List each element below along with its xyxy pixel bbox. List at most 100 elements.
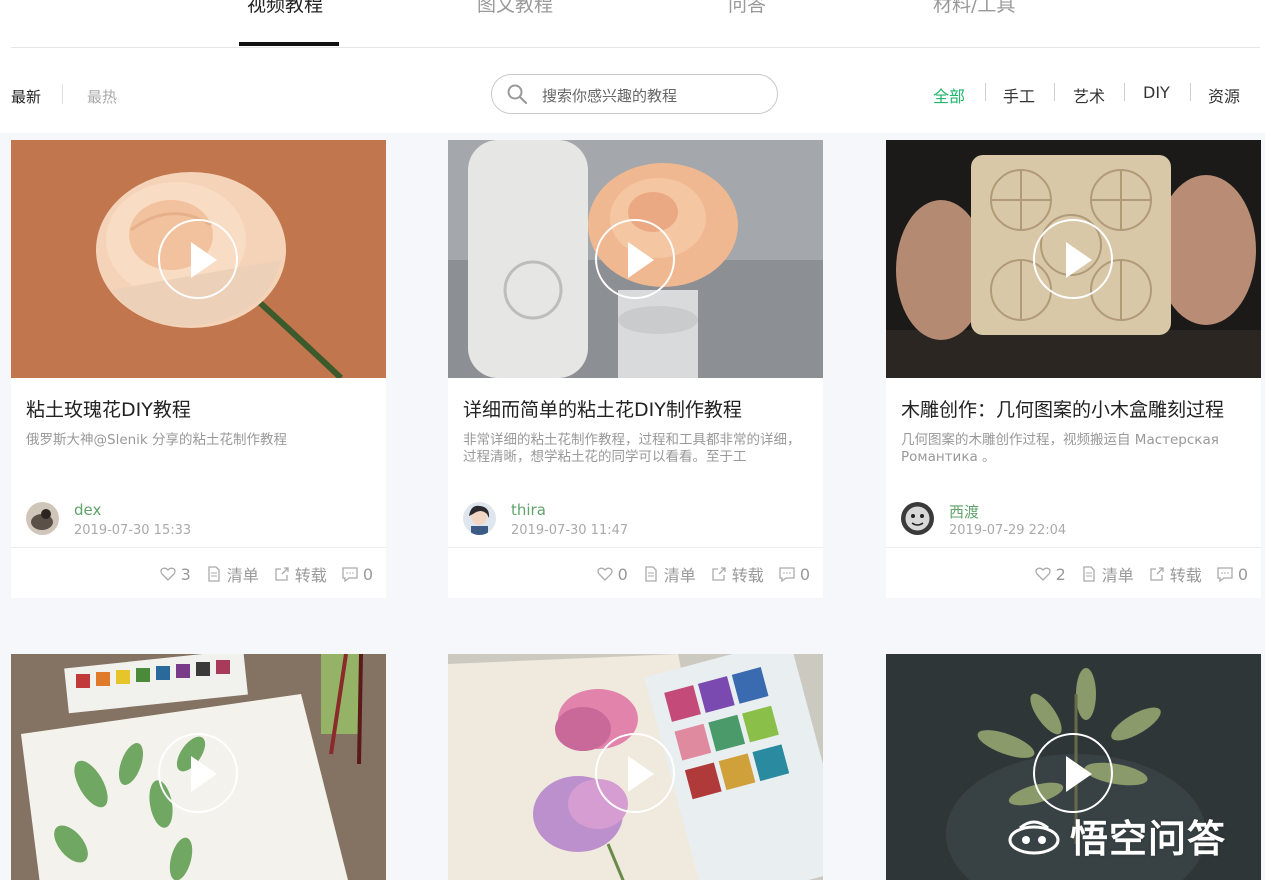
like-button[interactable]: 3 bbox=[159, 565, 191, 584]
wukong-logo-icon bbox=[1008, 820, 1060, 854]
add-to-list-button[interactable]: 清单 bbox=[205, 562, 259, 586]
share-icon bbox=[712, 567, 726, 581]
avatar[interactable] bbox=[463, 502, 496, 535]
card-title[interactable]: 木雕创作：几何图案的小木盒雕刻过程 bbox=[901, 395, 1224, 422]
category-diy[interactable]: DIY bbox=[1143, 83, 1170, 102]
share-icon bbox=[275, 567, 289, 581]
document-icon bbox=[208, 566, 220, 582]
category-divider bbox=[1054, 83, 1055, 101]
author-name[interactable]: 西渡 bbox=[949, 501, 979, 522]
card-description: 几何图案的木雕创作过程，视频搬运自 Мастерская Романтика 。 bbox=[901, 432, 1219, 465]
share-button[interactable]: 转载 bbox=[710, 562, 764, 586]
comment-count: 0 bbox=[362, 564, 373, 584]
tab-qa[interactable]: 问答 bbox=[728, 0, 766, 17]
avatar-image bbox=[901, 502, 934, 535]
post-date: 2019-07-29 22:04 bbox=[949, 523, 1067, 538]
share-button[interactable]: 转载 bbox=[1148, 562, 1202, 586]
category-divider bbox=[1190, 83, 1191, 101]
share-button[interactable]: 转载 bbox=[273, 562, 327, 586]
post-date: 2019-07-30 15:33 bbox=[74, 523, 192, 538]
heart-icon bbox=[1034, 567, 1051, 581]
comment-icon bbox=[779, 567, 795, 583]
list-label: 清单 bbox=[1101, 566, 1134, 585]
list-label: 清单 bbox=[226, 566, 259, 585]
video-thumbnail[interactable] bbox=[448, 140, 823, 378]
sort-hottest[interactable]: 最热 bbox=[87, 86, 117, 107]
video-thumbnail[interactable] bbox=[448, 654, 823, 880]
card-title[interactable]: 粘土玫瑰花DIY教程 bbox=[26, 395, 191, 422]
share-label: 转载 bbox=[1169, 566, 1202, 585]
search-icon bbox=[507, 84, 528, 105]
share-label: 转载 bbox=[731, 566, 764, 585]
category-handmade[interactable]: 手工 bbox=[1003, 83, 1035, 107]
like-button[interactable]: 0 bbox=[596, 565, 628, 584]
tab-video-tutorials[interactable]: 视频教程 bbox=[247, 0, 323, 17]
card-title[interactable]: 详细而简单的粘土花DIY制作教程 bbox=[463, 395, 742, 422]
list-label: 清单 bbox=[663, 566, 696, 585]
like-button[interactable]: 2 bbox=[1034, 565, 1066, 584]
sort-divider bbox=[62, 84, 63, 104]
comment-button[interactable]: 0 bbox=[778, 565, 810, 584]
sort-latest[interactable]: 最新 bbox=[11, 86, 41, 107]
share-label: 转载 bbox=[294, 566, 327, 585]
avatar-image bbox=[26, 502, 59, 535]
play-icon[interactable] bbox=[158, 219, 238, 299]
video-thumbnail[interactable] bbox=[11, 654, 386, 880]
tutorial-card[interactable]: 粘土玫瑰花DIY教程 俄罗斯大神@Slenik 分享的粘土花制作教程 dex 2… bbox=[11, 140, 386, 598]
category-art[interactable]: 艺术 bbox=[1073, 83, 1105, 107]
avatar[interactable] bbox=[26, 502, 59, 535]
card-actions: 3 清单 转载 0 bbox=[159, 562, 373, 586]
comment-button[interactable]: 0 bbox=[1216, 565, 1248, 584]
tutorial-card[interactable]: 木雕创作：几何图案的小木盒雕刻过程 几何图案的木雕创作过程，视频搬运自 Маст… bbox=[886, 140, 1261, 598]
filter-bar: 最新 最热 搜索你感兴趣的教程 全部 手工 艺术 DIY 资源 bbox=[0, 49, 1265, 133]
document-icon bbox=[645, 566, 657, 582]
document-icon bbox=[1083, 566, 1095, 582]
add-to-list-button[interactable]: 清单 bbox=[642, 562, 696, 586]
play-icon[interactable] bbox=[1033, 733, 1113, 813]
tab-divider bbox=[11, 47, 1260, 48]
comment-count: 0 bbox=[1237, 564, 1248, 584]
like-count: 0 bbox=[617, 564, 628, 584]
post-date: 2019-07-30 11:47 bbox=[511, 523, 629, 538]
like-count: 3 bbox=[180, 564, 191, 584]
card-divider bbox=[886, 547, 1261, 548]
play-icon[interactable] bbox=[158, 733, 238, 813]
author-name[interactable]: thira bbox=[511, 501, 546, 519]
comment-button[interactable]: 0 bbox=[341, 565, 373, 584]
card-actions: 0 清单 转载 0 bbox=[596, 562, 810, 586]
author-name[interactable]: dex bbox=[74, 501, 101, 519]
comment-icon bbox=[1217, 567, 1233, 583]
add-to-list-button[interactable]: 清单 bbox=[1080, 562, 1134, 586]
tab-materials-tools[interactable]: 材料/工具 bbox=[933, 0, 1015, 17]
card-description: 俄罗斯大神@Slenik 分享的粘土花制作教程 bbox=[26, 432, 288, 448]
video-thumbnail[interactable] bbox=[886, 140, 1261, 378]
card-actions: 2 清单 转载 0 bbox=[1034, 562, 1248, 586]
search-input[interactable]: 搜索你感兴趣的教程 bbox=[542, 85, 677, 106]
avatar-image bbox=[463, 502, 496, 535]
share-icon bbox=[1150, 567, 1164, 581]
tutorial-card[interactable]: 详细而简单的粘土花DIY制作教程 非常详细的粘土花制作教程，过程和工具都非常的详… bbox=[448, 140, 823, 598]
tutorial-card[interactable] bbox=[11, 654, 386, 880]
category-all[interactable]: 全部 bbox=[933, 83, 965, 107]
heart-icon bbox=[596, 567, 613, 581]
like-count: 2 bbox=[1055, 564, 1066, 584]
top-tab-bar: 视频教程 图文教程 问答 材料/工具 bbox=[0, 0, 1265, 49]
comment-icon bbox=[342, 567, 358, 583]
active-tab-indicator bbox=[239, 42, 339, 46]
heart-icon bbox=[159, 567, 176, 581]
wukong-watermark: 悟空问答 bbox=[1006, 808, 1226, 863]
tab-image-tutorials[interactable]: 图文教程 bbox=[477, 0, 553, 17]
play-icon[interactable] bbox=[595, 733, 675, 813]
comment-count: 0 bbox=[799, 564, 810, 584]
category-resources[interactable]: 资源 bbox=[1208, 83, 1240, 107]
category-divider bbox=[985, 83, 986, 101]
watermark-text: 悟空问答 bbox=[1070, 817, 1227, 861]
avatar[interactable] bbox=[901, 502, 934, 535]
tutorial-card[interactable] bbox=[448, 654, 823, 880]
card-divider bbox=[11, 547, 386, 548]
video-thumbnail[interactable] bbox=[11, 140, 386, 378]
search-box[interactable]: 搜索你感兴趣的教程 bbox=[491, 74, 778, 114]
play-icon[interactable] bbox=[1033, 219, 1113, 299]
play-icon[interactable] bbox=[595, 219, 675, 299]
card-description: 非常详细的粘土花制作教程，过程和工具都非常的详细，过程清晰，想学粘土花的同学可以… bbox=[463, 432, 801, 465]
